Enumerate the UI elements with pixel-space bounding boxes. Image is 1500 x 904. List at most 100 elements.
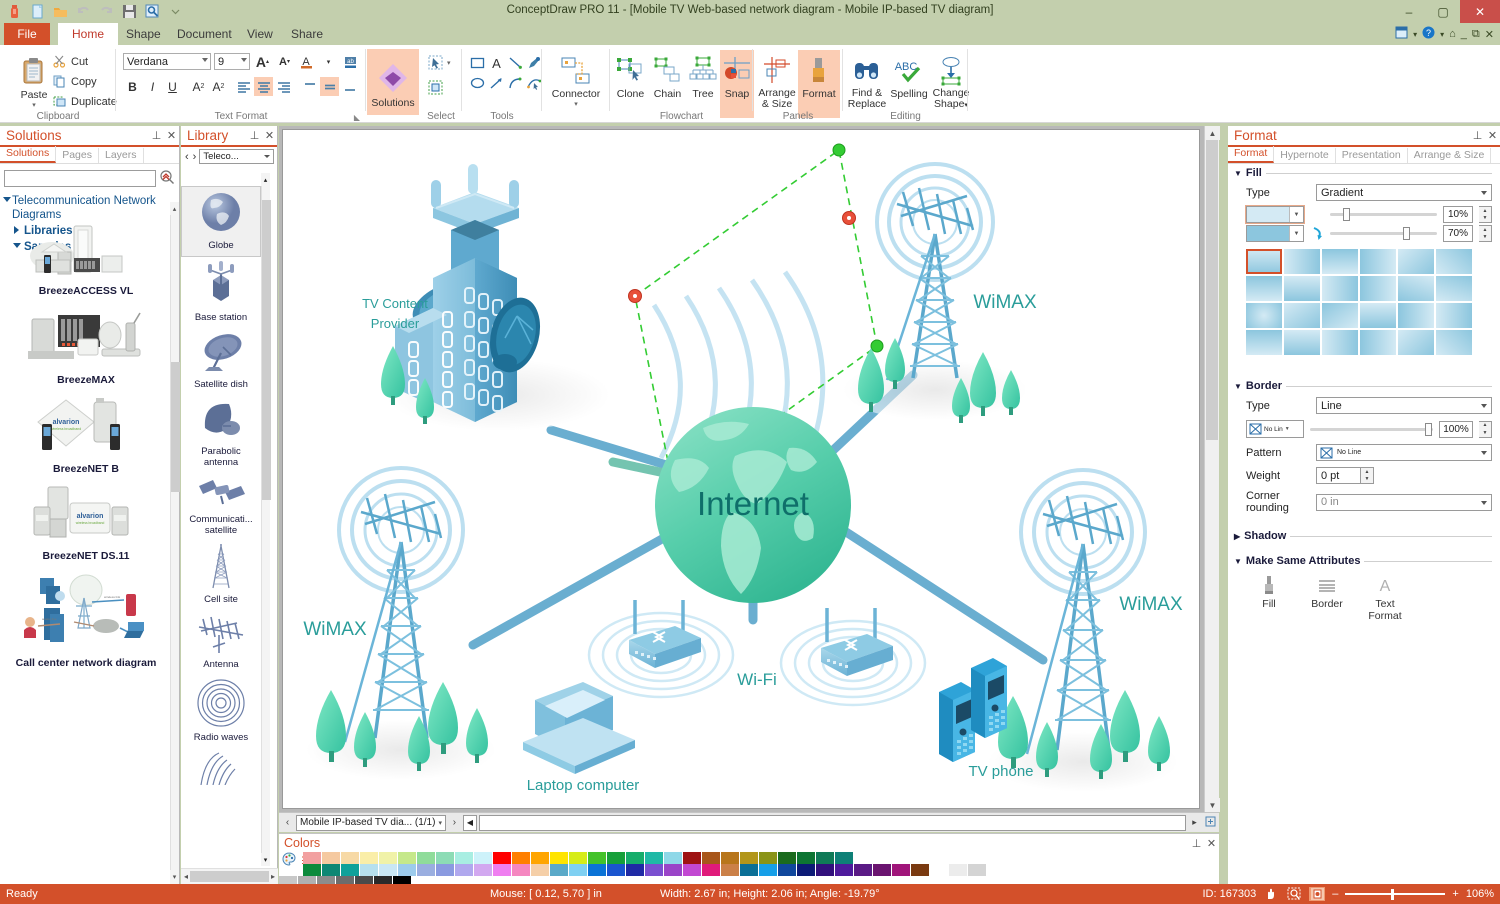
shrink-font-button[interactable]: A ▾ [275, 52, 294, 71]
color-swatch[interactable] [379, 864, 398, 876]
zoom-out-button[interactable]: – [1332, 888, 1338, 900]
close-doc-icon[interactable]: ✕ [1485, 28, 1494, 41]
color-swatch[interactable] [379, 852, 398, 864]
fit-page-icon[interactable] [1309, 887, 1326, 901]
cut-button[interactable]: Cut [52, 54, 117, 69]
color-swatch[interactable] [341, 864, 360, 876]
maximize-button[interactable]: ▢ [1426, 0, 1460, 23]
color-swatch[interactable] [740, 852, 759, 864]
color-swatch[interactable] [930, 864, 949, 876]
color-swatches[interactable] [303, 852, 1219, 876]
color-swatch[interactable] [664, 852, 683, 864]
solutions-button[interactable]: Solutions [367, 49, 419, 115]
list-item[interactable]: BreezeACCESS VL [0, 202, 172, 301]
page-bar-right-icon[interactable]: ▸ [1188, 817, 1201, 828]
color-swatch[interactable] [531, 864, 550, 876]
gradient-preset[interactable] [1436, 249, 1472, 274]
color-swatch[interactable] [588, 852, 607, 864]
page-bar-resize-icon[interactable] [1203, 816, 1217, 830]
restore-ribbon-icon[interactable]: ⌂ [1449, 28, 1456, 40]
gradient-preset[interactable] [1398, 330, 1434, 355]
library-scroll-right-icon[interactable]: ▸ [271, 872, 278, 881]
align-right-button[interactable] [274, 77, 293, 96]
gradient-preset[interactable] [1246, 276, 1282, 301]
wifi-router-left[interactable] [587, 600, 735, 699]
color-swatch[interactable] [816, 852, 835, 864]
connector-caret-icon[interactable]: ▾ [574, 100, 578, 108]
font-color-button[interactable]: A [297, 52, 316, 71]
color-swatch[interactable] [721, 864, 740, 876]
superscript-button[interactable]: A2 [189, 77, 208, 96]
color-swatch[interactable] [778, 864, 797, 876]
library-scroll-down-icon[interactable]: ▾ [261, 853, 270, 866]
pan-hand-icon[interactable] [1263, 887, 1279, 901]
color-swatch[interactable] [949, 864, 968, 876]
color-swatch[interactable] [550, 852, 569, 864]
fill-stop1-slider[interactable] [1330, 206, 1437, 223]
copy-button[interactable]: Copy [52, 74, 117, 89]
search-solutions-icon[interactable] [159, 169, 175, 188]
color-swatch[interactable] [626, 864, 645, 876]
subscript-button[interactable]: A2 [209, 77, 228, 96]
minimize-button[interactable]: – [1392, 0, 1426, 23]
fill-color2-picker[interactable]: ▼ [1246, 225, 1304, 242]
color-swatch-row-2[interactable] [303, 864, 1219, 876]
border-pattern-select[interactable]: No Line [1316, 444, 1492, 461]
color-swatch[interactable] [835, 864, 854, 876]
wimax-node-top-right[interactable]: WiMAX [843, 162, 1037, 423]
library-item-partial[interactable] [181, 748, 261, 793]
library-item-base-station[interactable]: Base station [181, 257, 261, 328]
chain-button[interactable]: Chain [649, 50, 686, 118]
color-swatch[interactable] [721, 852, 740, 864]
text-tool[interactable]: A [487, 53, 506, 72]
color-swatch[interactable] [455, 864, 474, 876]
arc-tool[interactable] [506, 73, 525, 92]
list-item[interactable]: alvarion wireless broadband BreezeNET B [0, 390, 172, 479]
library-scroll-left-icon[interactable]: ◂ [181, 872, 188, 881]
solutions-scroll-up-icon[interactable]: ▴ [170, 202, 179, 215]
border-opacity-value[interactable]: 100% [1439, 420, 1473, 438]
text-format-dialog-launcher[interactable]: ◣ [354, 113, 360, 122]
zoom-slider[interactable] [1345, 888, 1446, 900]
color-swatch[interactable] [797, 864, 816, 876]
solutions-sample-list[interactable]: BreezeACCESS VL BreezeMAX alvarion wirel… [0, 202, 172, 884]
canvas-scroll-up-icon[interactable]: ▲ [1205, 126, 1220, 140]
color-swatch[interactable] [322, 852, 341, 864]
tab-pages[interactable]: Pages [56, 148, 99, 163]
library-item-satellite-dish[interactable]: Satellite dish [181, 328, 261, 395]
text-highlight-button[interactable]: ab [341, 52, 360, 71]
library-pin-icon[interactable]: ⊥ [247, 129, 262, 142]
border-corner-select[interactable]: 0 in [1316, 493, 1492, 511]
italic-button[interactable]: I [143, 77, 162, 96]
color-swatch[interactable] [588, 864, 607, 876]
library-selector[interactable]: Teleco... [199, 149, 274, 164]
gradient-preset[interactable] [1322, 330, 1358, 355]
tab-layers[interactable]: Layers [99, 148, 144, 163]
color-swatch[interactable] [835, 852, 854, 864]
ribbon-display-options-icon[interactable] [1395, 26, 1408, 42]
selection-handle-top[interactable] [832, 143, 846, 157]
zoom-selection-icon[interactable] [1286, 887, 1302, 901]
page-next-icon[interactable]: › [448, 817, 461, 828]
color-swatch[interactable] [911, 864, 930, 876]
close-button[interactable]: ✕ [1460, 0, 1500, 23]
library-scroll-up-icon[interactable]: ▴ [261, 173, 270, 186]
change-shape-button[interactable]: ChangeShape▾ [930, 50, 972, 111]
page-tab-caret-icon[interactable]: ▾ [438, 819, 442, 827]
font-size-combo[interactable]: 9 [214, 53, 250, 70]
color-palette-icon[interactable] [281, 852, 297, 869]
color-swatch-row-1[interactable] [303, 852, 1219, 864]
list-item[interactable]: BreezeMAX [0, 301, 172, 390]
color-swatch[interactable] [398, 852, 417, 864]
color-swatch[interactable] [683, 864, 702, 876]
color-swatch[interactable] [360, 864, 379, 876]
gradient-preset[interactable] [1398, 303, 1434, 328]
gradient-preset[interactable] [1360, 276, 1396, 301]
color-swatch[interactable] [341, 852, 360, 864]
tab-arrange-size[interactable]: Arrange & Size [1408, 148, 1492, 163]
tab-format[interactable]: Format [1228, 146, 1275, 163]
align-left-button[interactable] [234, 77, 253, 96]
select-area-button[interactable] [426, 78, 445, 97]
page-prev-icon[interactable]: ‹ [281, 817, 294, 828]
format-pin-icon[interactable]: ⊥ [1470, 129, 1485, 142]
